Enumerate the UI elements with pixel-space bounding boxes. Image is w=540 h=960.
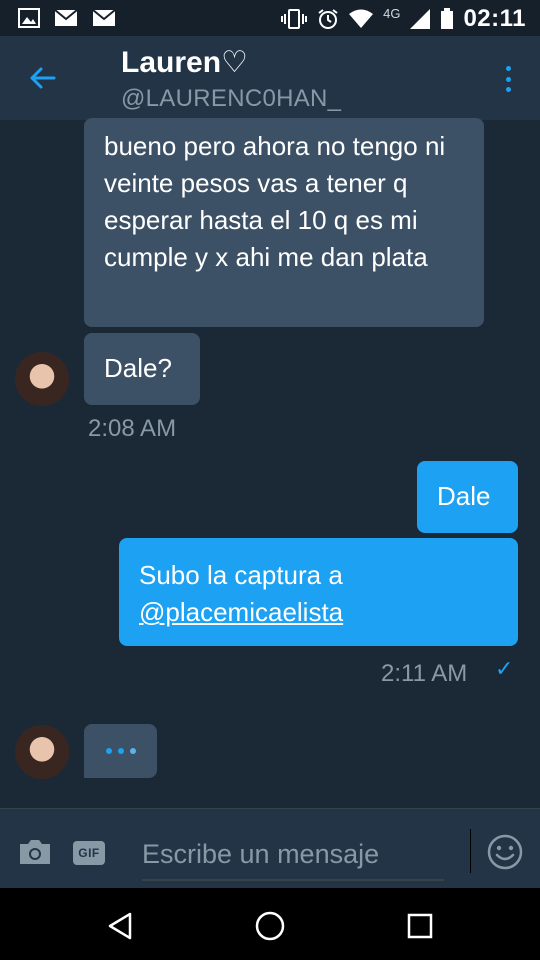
read-check-icon: ✓ [495,656,514,681]
vibrate-icon [281,9,308,29]
square-recents-icon [407,913,433,939]
contact-handle: @LAURENC0HAN_ [121,85,342,112]
camera-button[interactable] [17,838,53,866]
nav-back-button[interactable] [100,906,140,946]
mail-notification-icon-2 [92,9,116,26]
system-status: 4G 02:11 [280,5,526,33]
incoming-message[interactable]: bueno pero ahora no tengo ni veinte peso… [84,118,484,327]
android-nav-bar [0,888,540,960]
circle-home-icon [255,911,285,941]
nav-recents-button[interactable] [400,906,440,946]
composer-divider [470,829,471,873]
image-notification-icon [18,8,40,28]
camera-icon [20,840,50,864]
dm-conversation-screen: 4G 02:11 Lauren♡ @LAURENC0HAN_ bueno per… [0,0,540,960]
battery-icon [441,8,454,29]
triangle-back-icon [108,912,132,940]
emoji-button[interactable] [487,834,523,870]
more-vertical-icon[interactable] [496,60,520,98]
mention-link[interactable]: @placemicaelista [139,597,343,627]
message-text: Subo la captura a [139,560,343,590]
signal-icon [410,9,431,29]
message-timestamp: 2:11 AM [381,660,468,687]
message-composer: GIF [0,808,540,888]
message-input[interactable] [142,829,444,881]
back-button[interactable] [20,56,64,100]
avatar[interactable] [15,352,69,406]
alarm-icon [318,9,338,29]
nav-home-button[interactable] [250,906,290,946]
avatar[interactable] [15,725,69,779]
typing-indicator [84,724,157,778]
outgoing-message[interactable]: Dale [417,461,518,533]
smiley-icon [487,834,523,870]
network-type-label: 4G [383,5,401,21]
notification-icons [18,8,116,28]
mail-notification-icon [54,9,78,26]
status-bar: 4G 02:11 [0,0,540,36]
contact-name[interactable]: Lauren♡ [121,45,248,80]
arrow-left-icon [30,67,56,89]
conversation-header: Lauren♡ @LAURENC0HAN_ [0,36,540,120]
message-timestamp: 2:08 AM [88,415,177,442]
status-time: 02:11 [463,5,526,32]
wifi-icon [349,9,374,28]
incoming-message[interactable]: Dale? [84,333,200,405]
outgoing-message[interactable]: Subo la captura a @placemicaelista [119,538,518,646]
gif-button[interactable]: GIF [73,841,105,865]
